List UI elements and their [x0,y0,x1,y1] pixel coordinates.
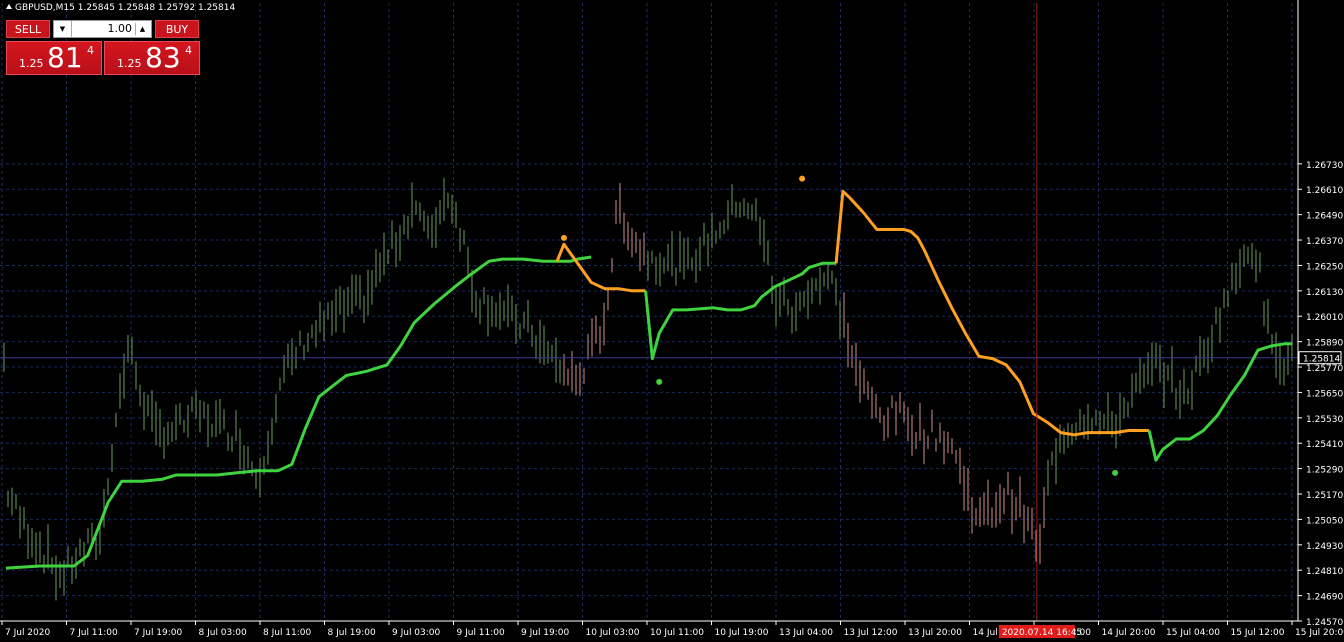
x-tick-label: 13 Jul 04:00 [779,628,833,638]
y-tick-label: 1.26370 [1306,237,1343,247]
lot-size-value[interactable]: 1.00 [108,22,133,35]
current-price-label: 1.25814 [1303,355,1340,365]
y-tick-label: 1.25170 [1306,491,1343,501]
x-tick-label: 7 Jul 19:00 [134,628,183,638]
y-tick-label: 1.25530 [1306,415,1343,425]
lot-size-field[interactable]: ▼ 1.00 ▲ [53,20,152,38]
x-tick-label: 7 Jul 2020 [5,628,50,638]
x-tick-label: 8 Jul 19:00 [328,628,377,638]
x-tick-label: 8 Jul 11:00 [263,628,312,638]
y-tick-label: 1.25290 [1306,466,1343,476]
y-tick-label: 1.24690 [1306,593,1343,603]
y-tick-label: 1.26010 [1306,313,1343,323]
signal-dot [1112,469,1119,476]
sell-price-big: 81 [47,41,83,74]
x-tick-label: 10 Jul 03:00 [586,628,640,638]
buy-price-sup: 4 [185,44,192,57]
y-tick-label: 1.25890 [1306,339,1343,349]
crosshair-time-label: 2020.07.14 16:45 [1002,628,1082,638]
y-tick-label: 1.25650 [1306,389,1343,399]
x-tick-label: 8 Jul 03:00 [199,628,248,638]
buy-button[interactable]: BUY [155,20,199,38]
signal-dot [656,378,663,385]
y-tick-label: 1.25770 [1306,364,1343,374]
sell-button[interactable]: SELL [6,20,50,38]
price-chart[interactable]: 1.26730 1.26610 1.26490 1.26370 1.26250 1.261… [0,0,1344,642]
x-tick-label: 9 Jul 11:00 [457,628,506,638]
buy-price-big: 83 [145,41,181,74]
x-tick-label: 14 Jul 20:00 [1102,628,1156,638]
one-click-trading-panel: SELL ▼ 1.00 ▲ BUY 1.25 81 4 1.25 83 4 [6,20,200,76]
collapse-triangle-icon[interactable] [6,4,12,9]
buy-price-button[interactable]: 1.25 83 4 [104,41,200,75]
x-tick-label: 7 Jul 11:00 [70,628,119,638]
x-tick-label: 13 Jul 12:00 [844,628,898,638]
y-tick-label: 1.25410 [1306,440,1343,450]
x-tick-label: 13 Jul 20:00 [908,628,962,638]
y-tick-label: 1.26610 [1306,186,1343,196]
symbol-header: GBPUSD,M15 1.25845 1.25848 1.25792 1.258… [6,3,235,13]
y-tick-label: 1.26250 [1306,262,1343,272]
x-tick-label: 9 Jul 19:00 [521,628,570,638]
y-tick-label: 1.24930 [1306,542,1343,552]
y-tick-label: 1.26130 [1306,288,1343,298]
signal-dot [799,175,806,182]
y-tick-label: 1.26490 [1306,212,1343,222]
y-tick-label: 1.25050 [1306,516,1343,526]
chevron-down-icon[interactable]: ▼ [54,21,72,37]
sell-price-button[interactable]: 1.25 81 4 [6,41,102,75]
x-tick-label: 15 Jul 04:00 [1166,628,1220,638]
y-tick-label: 1.26730 [1306,161,1343,171]
signal-dot [560,234,567,241]
x-tick-label: 15 Jul 12:00 [1231,628,1285,638]
sell-price-prefix: 1.25 [19,57,44,70]
x-tick-label: 9 Jul 03:00 [392,628,441,638]
chevron-up-icon[interactable]: ▲ [135,23,149,35]
x-tick-label: 15 Jul 20:00 [1295,628,1344,638]
y-tick-label: 1.24810 [1306,567,1343,577]
x-tick-label: 10 Jul 11:00 [650,628,704,638]
x-tick-label: 10 Jul 19:00 [715,628,769,638]
chart-background [0,0,1344,642]
y-tick-label: 1.24570 [1306,618,1343,628]
buy-price-prefix: 1.25 [117,57,142,70]
symbol-line: GBPUSD,M15 1.25845 1.25848 1.25792 1.258… [15,3,236,13]
sell-price-sup: 4 [87,44,94,57]
